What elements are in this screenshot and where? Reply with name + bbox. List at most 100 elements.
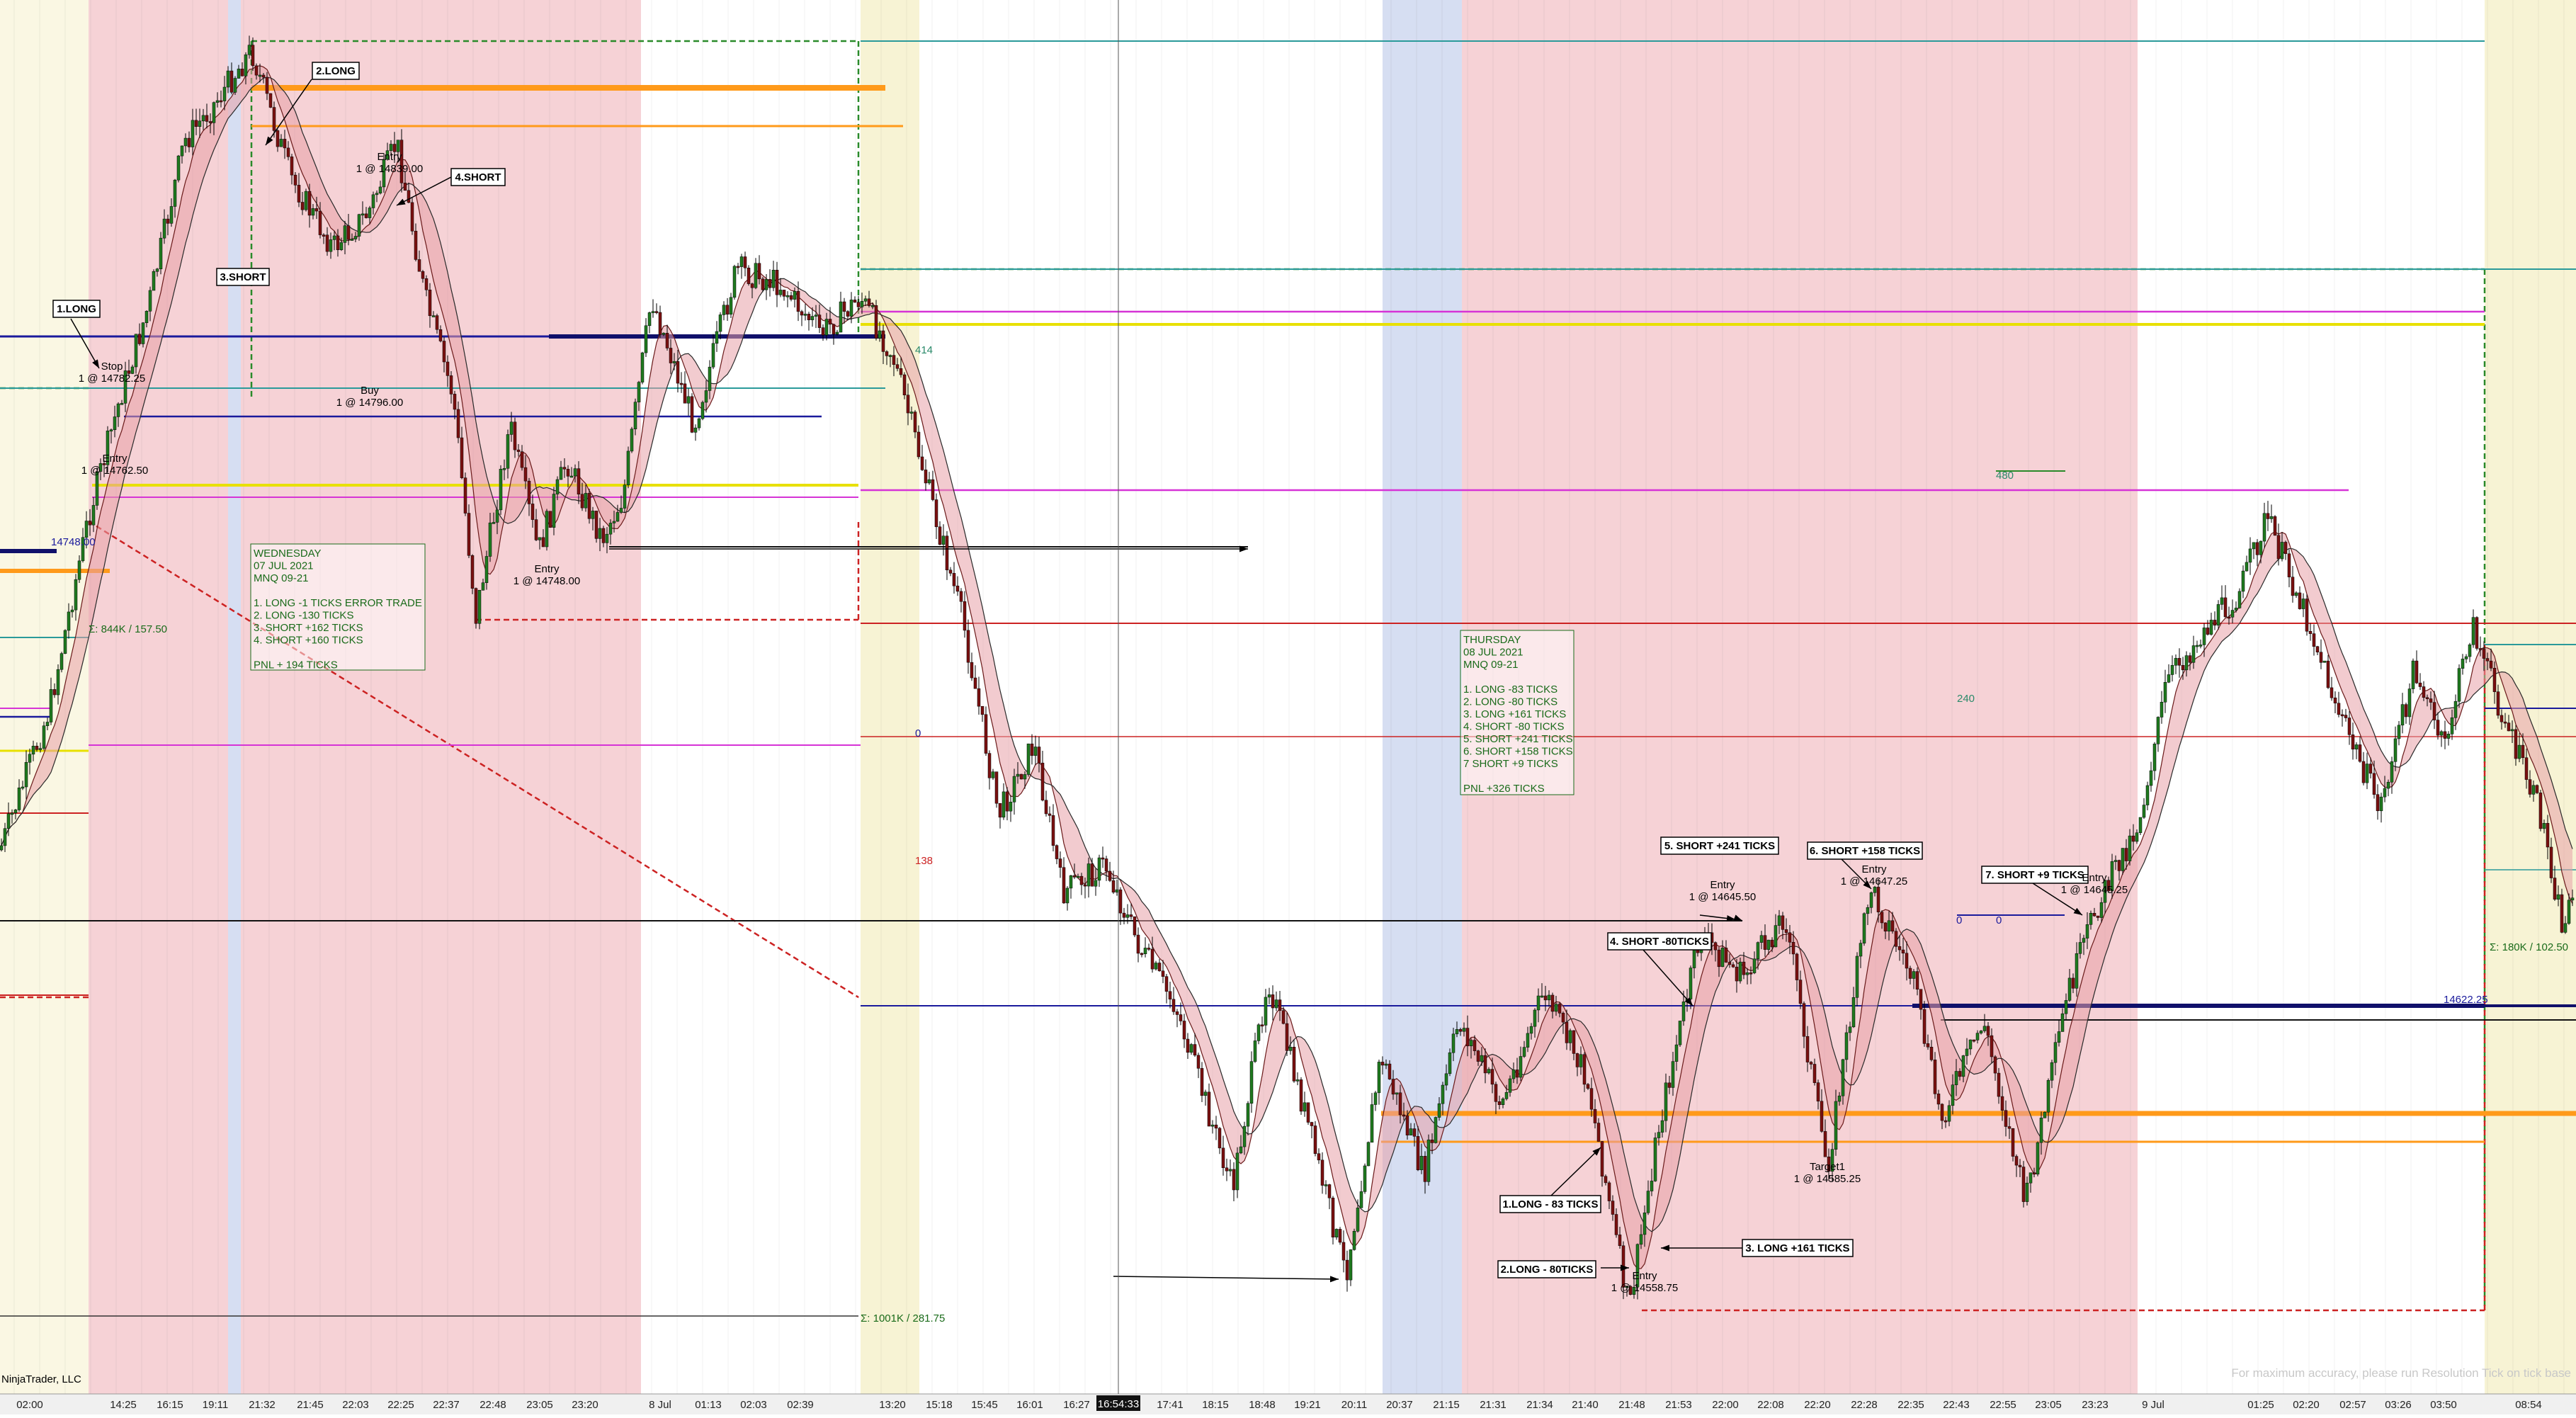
candle-body xyxy=(304,191,308,210)
session-note-line: 4. SHORT -80 TICKS xyxy=(1463,721,1565,733)
candle-body xyxy=(152,271,156,291)
candle-body xyxy=(109,429,113,432)
candle-body xyxy=(258,74,262,77)
candle-body xyxy=(2255,542,2259,555)
candle-body xyxy=(2439,731,2444,736)
candle-body xyxy=(173,179,177,207)
candle-body xyxy=(1331,1198,1335,1237)
candle-body xyxy=(743,256,747,268)
candle-body xyxy=(612,521,616,523)
candle-body xyxy=(1097,857,1101,881)
candle-body xyxy=(520,451,524,468)
candle-body xyxy=(368,208,372,218)
candle-body xyxy=(477,589,482,624)
trade-callout-3[interactable]: 3.SHORT xyxy=(216,268,270,286)
candle-body xyxy=(77,560,81,580)
candle-body xyxy=(1359,1191,1363,1208)
candle-body xyxy=(1044,800,1048,815)
candle-body xyxy=(2220,597,2224,605)
trade-callout-label: 1.LONG - 83 TICKS xyxy=(1502,1198,1598,1210)
candle-body xyxy=(169,206,174,224)
resolution-note: For maximum accuracy, please run Resolut… xyxy=(2231,1366,2571,1380)
trade-callout-11[interactable]: 3. LONG +161 TICKS xyxy=(1742,1239,1854,1257)
price-marker-left: 14748.00 xyxy=(51,536,96,548)
candle-body xyxy=(2411,660,2415,689)
trade-callout-7[interactable]: 7. SHORT +9 TICKS xyxy=(1981,866,2089,884)
candle-body xyxy=(1883,922,1888,932)
x-tick-label: 14:25 xyxy=(110,1399,137,1411)
candle-body xyxy=(2184,655,2189,671)
candle-body xyxy=(1805,1036,1810,1062)
candle-body xyxy=(431,315,436,317)
candle-body xyxy=(686,396,691,404)
candle-body xyxy=(644,325,648,353)
candle-body xyxy=(1749,972,1753,975)
trade-callout-10[interactable]: 2.LONG - 80TICKS xyxy=(1497,1260,1596,1278)
trade-callout-2[interactable]: 2.LONG xyxy=(312,62,360,80)
x-tick-label: 19:11 xyxy=(203,1399,228,1411)
candle-body xyxy=(2039,1118,2043,1143)
svg-text:1 @ 14839.00: 1 @ 14839.00 xyxy=(356,163,423,175)
candle-body xyxy=(1030,743,1034,756)
candle-body xyxy=(870,305,875,307)
candle-body xyxy=(2422,686,2426,698)
candle-body xyxy=(2152,744,2157,771)
svg-text:Entry: Entry xyxy=(534,563,560,575)
candle-body xyxy=(998,802,1002,818)
candle-body xyxy=(2043,1111,2047,1118)
candle-body xyxy=(1894,931,1898,947)
x-tick-label: 01:13 xyxy=(695,1399,722,1411)
candle-body xyxy=(637,382,641,402)
candle-body xyxy=(24,762,28,788)
trade-callout-4[interactable]: 4.SHORT xyxy=(450,168,506,186)
candle-body xyxy=(1288,1047,1293,1051)
trade-callout-5[interactable]: 5. SHORT +241 TICKS xyxy=(1660,836,1779,855)
svg-text:1 @ 14558.75: 1 @ 14558.75 xyxy=(1611,1282,1678,1294)
volume-note-3: Σ: 180K / 102.50 xyxy=(2490,941,2568,953)
candle-body xyxy=(2142,805,2146,818)
candle-body xyxy=(144,311,149,324)
candle-body xyxy=(1759,935,1764,943)
candle-body xyxy=(1395,1092,1399,1095)
candle-body xyxy=(1689,968,1693,999)
candle-body xyxy=(952,573,956,586)
candle-body xyxy=(1876,887,1880,912)
candle-body xyxy=(2556,894,2560,900)
candle-body xyxy=(1455,1029,1459,1035)
price-chart[interactable]: 02:00 14:25 16:15 19:11 21:32 21:45 22:03 22:25… xyxy=(0,0,2576,1414)
candle-body xyxy=(1285,1023,1289,1051)
trade-callout-label: 3.SHORT xyxy=(220,271,266,283)
candle-body xyxy=(2291,577,2295,596)
candle-body xyxy=(1593,1108,1597,1123)
trade-callout-label: 2.LONG xyxy=(316,65,356,77)
candle-body xyxy=(2298,592,2302,609)
x-tick-label: 17:41 xyxy=(1157,1399,1184,1411)
candle-body xyxy=(856,302,861,307)
candle-body xyxy=(1094,880,1098,887)
candle-body xyxy=(697,418,701,429)
candle-body xyxy=(1657,1132,1661,1138)
candle-body xyxy=(1968,1039,1973,1050)
candle-body xyxy=(1171,999,1176,1012)
candle-body xyxy=(1604,1176,1608,1184)
candle-body xyxy=(541,537,545,548)
candle-body xyxy=(1345,1259,1349,1281)
trade-callout-6[interactable]: 6. SHORT +158 TICKS xyxy=(1807,841,1923,860)
candle-body xyxy=(768,279,772,288)
trade-callout-9[interactable]: 1.LONG - 83 TICKS xyxy=(1499,1195,1601,1213)
candle-body xyxy=(1090,863,1094,887)
candle-body xyxy=(2347,717,2351,735)
candle-body xyxy=(775,270,779,295)
chart-area[interactable]: 02:00 14:25 16:15 19:11 21:32 21:45 22:03 22:25… xyxy=(0,0,2576,1414)
candle-body xyxy=(1076,875,1080,878)
trade-callout-1[interactable]: 1.LONG xyxy=(52,300,101,318)
candle-body xyxy=(254,65,259,76)
candle-body xyxy=(1660,1120,1664,1133)
candle-body xyxy=(2507,722,2511,732)
candle-body xyxy=(212,102,216,123)
candle-body xyxy=(2524,757,2529,780)
candle-body xyxy=(2514,729,2518,759)
candle-body xyxy=(2198,645,2203,647)
trade-callout-8[interactable]: 4. SHORT -80TICKS xyxy=(1607,932,1712,951)
candle-body xyxy=(414,230,418,260)
